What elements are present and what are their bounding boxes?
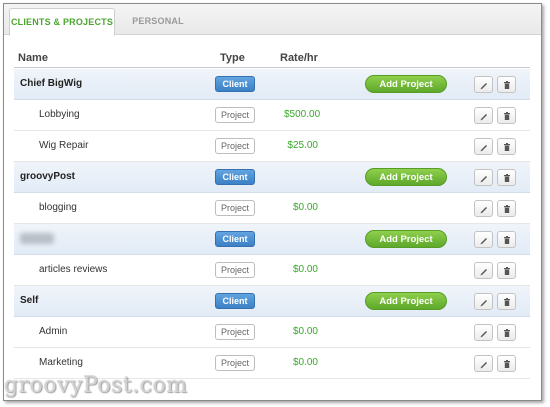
pencil-icon <box>480 83 487 90</box>
add-project-button[interactable]: Add Project <box>365 168 447 186</box>
client-type-badge: Client <box>215 231 255 247</box>
delete-button[interactable] <box>497 355 516 372</box>
edit-button[interactable] <box>474 231 493 248</box>
delete-button[interactable] <box>497 138 516 155</box>
trash-icon <box>504 143 510 151</box>
delete-button[interactable] <box>497 169 516 186</box>
column-header-rate: Rate/hr <box>280 52 318 64</box>
project-type-badge: Project <box>215 107 255 123</box>
pencil-icon <box>480 269 487 276</box>
edit-button[interactable] <box>474 138 493 155</box>
project-row: Admin Project $0.00 <box>14 317 530 348</box>
project-name: Wig Repair <box>39 140 89 151</box>
client-row: Client Add Project <box>14 224 530 255</box>
add-project-button[interactable]: Add Project <box>365 75 447 93</box>
add-project-button[interactable]: Add Project <box>365 230 447 248</box>
watermark: groovyPost.com <box>4 373 188 398</box>
edit-button[interactable] <box>474 324 493 341</box>
rate-value: $0.00 <box>292 264 318 275</box>
app-window: CLIENTS & PROJECTS PERSONAL Name Type Ra… <box>3 3 542 401</box>
client-row: Chief BigWig Client Add Project <box>14 69 530 100</box>
pencil-icon <box>480 331 487 338</box>
trash-icon <box>504 360 510 368</box>
rate-value: $25.00 <box>287 140 318 151</box>
pencil-icon <box>480 238 487 245</box>
rate-value: $0.00 <box>292 326 318 337</box>
project-name: Admin <box>39 326 68 337</box>
rate-value: $0.00 <box>292 357 318 368</box>
pencil-icon <box>480 207 487 214</box>
edit-button[interactable] <box>474 293 493 310</box>
project-row: blogging Project $0.00 <box>14 193 530 224</box>
client-type-badge: Client <box>215 169 255 185</box>
delete-button[interactable] <box>497 231 516 248</box>
project-name: articles reviews <box>39 264 108 275</box>
client-type-badge: Client <box>215 293 255 309</box>
delete-button[interactable] <box>497 200 516 217</box>
project-type-badge: Project <box>215 200 255 216</box>
edit-button[interactable] <box>474 200 493 217</box>
tab-personal[interactable]: PERSONAL <box>121 8 195 36</box>
project-type-badge: Project <box>215 138 255 154</box>
project-type-badge: Project <box>215 355 255 371</box>
edit-button[interactable] <box>474 262 493 279</box>
project-type-badge: Project <box>215 324 255 340</box>
project-type-badge: Project <box>215 262 255 278</box>
delete-button[interactable] <box>497 324 516 341</box>
trash-icon <box>504 298 510 306</box>
tab-bar: CLIENTS & PROJECTS PERSONAL <box>4 4 541 36</box>
client-row: Self Client Add Project <box>14 286 530 317</box>
edit-button[interactable] <box>474 355 493 372</box>
pencil-icon <box>480 176 487 183</box>
project-row: Lobbying Project $500.00 <box>14 100 530 131</box>
delete-button[interactable] <box>497 107 516 124</box>
client-name <box>20 233 54 244</box>
edit-button[interactable] <box>474 76 493 93</box>
trash-icon <box>504 205 510 213</box>
client-type-badge: Client <box>215 76 255 92</box>
project-name: blogging <box>39 202 77 213</box>
project-row: articles reviews Project $0.00 <box>14 255 530 286</box>
column-header-name: Name <box>18 52 48 64</box>
delete-button[interactable] <box>497 293 516 310</box>
project-row: Wig Repair Project $25.00 <box>14 131 530 162</box>
trash-icon <box>504 174 510 182</box>
client-name: groovyPost <box>20 171 76 182</box>
edit-button[interactable] <box>474 107 493 124</box>
trash-icon <box>504 267 510 275</box>
edit-button[interactable] <box>474 169 493 186</box>
rate-value: $500.00 <box>284 109 321 120</box>
pencil-icon <box>480 114 487 121</box>
trash-icon <box>504 81 510 89</box>
client-name: Chief BigWig <box>20 78 83 89</box>
trash-icon <box>504 112 510 120</box>
pencil-icon <box>480 362 487 369</box>
table-header: Name Type Rate/hr <box>14 48 530 68</box>
tab-clients-projects[interactable]: CLIENTS & PROJECTS <box>9 8 115 36</box>
project-name: Marketing <box>39 357 83 368</box>
delete-button[interactable] <box>497 262 516 279</box>
client-name: Self <box>20 295 39 306</box>
trash-icon <box>504 236 510 244</box>
client-row: groovyPost Client Add Project <box>14 162 530 193</box>
pencil-icon <box>480 145 487 152</box>
project-name: Lobbying <box>39 109 80 120</box>
rate-value: $0.00 <box>292 202 318 213</box>
trash-icon <box>504 329 510 337</box>
delete-button[interactable] <box>497 76 516 93</box>
add-project-button[interactable]: Add Project <box>365 292 447 310</box>
pencil-icon <box>480 300 487 307</box>
column-header-type: Type <box>220 52 245 64</box>
